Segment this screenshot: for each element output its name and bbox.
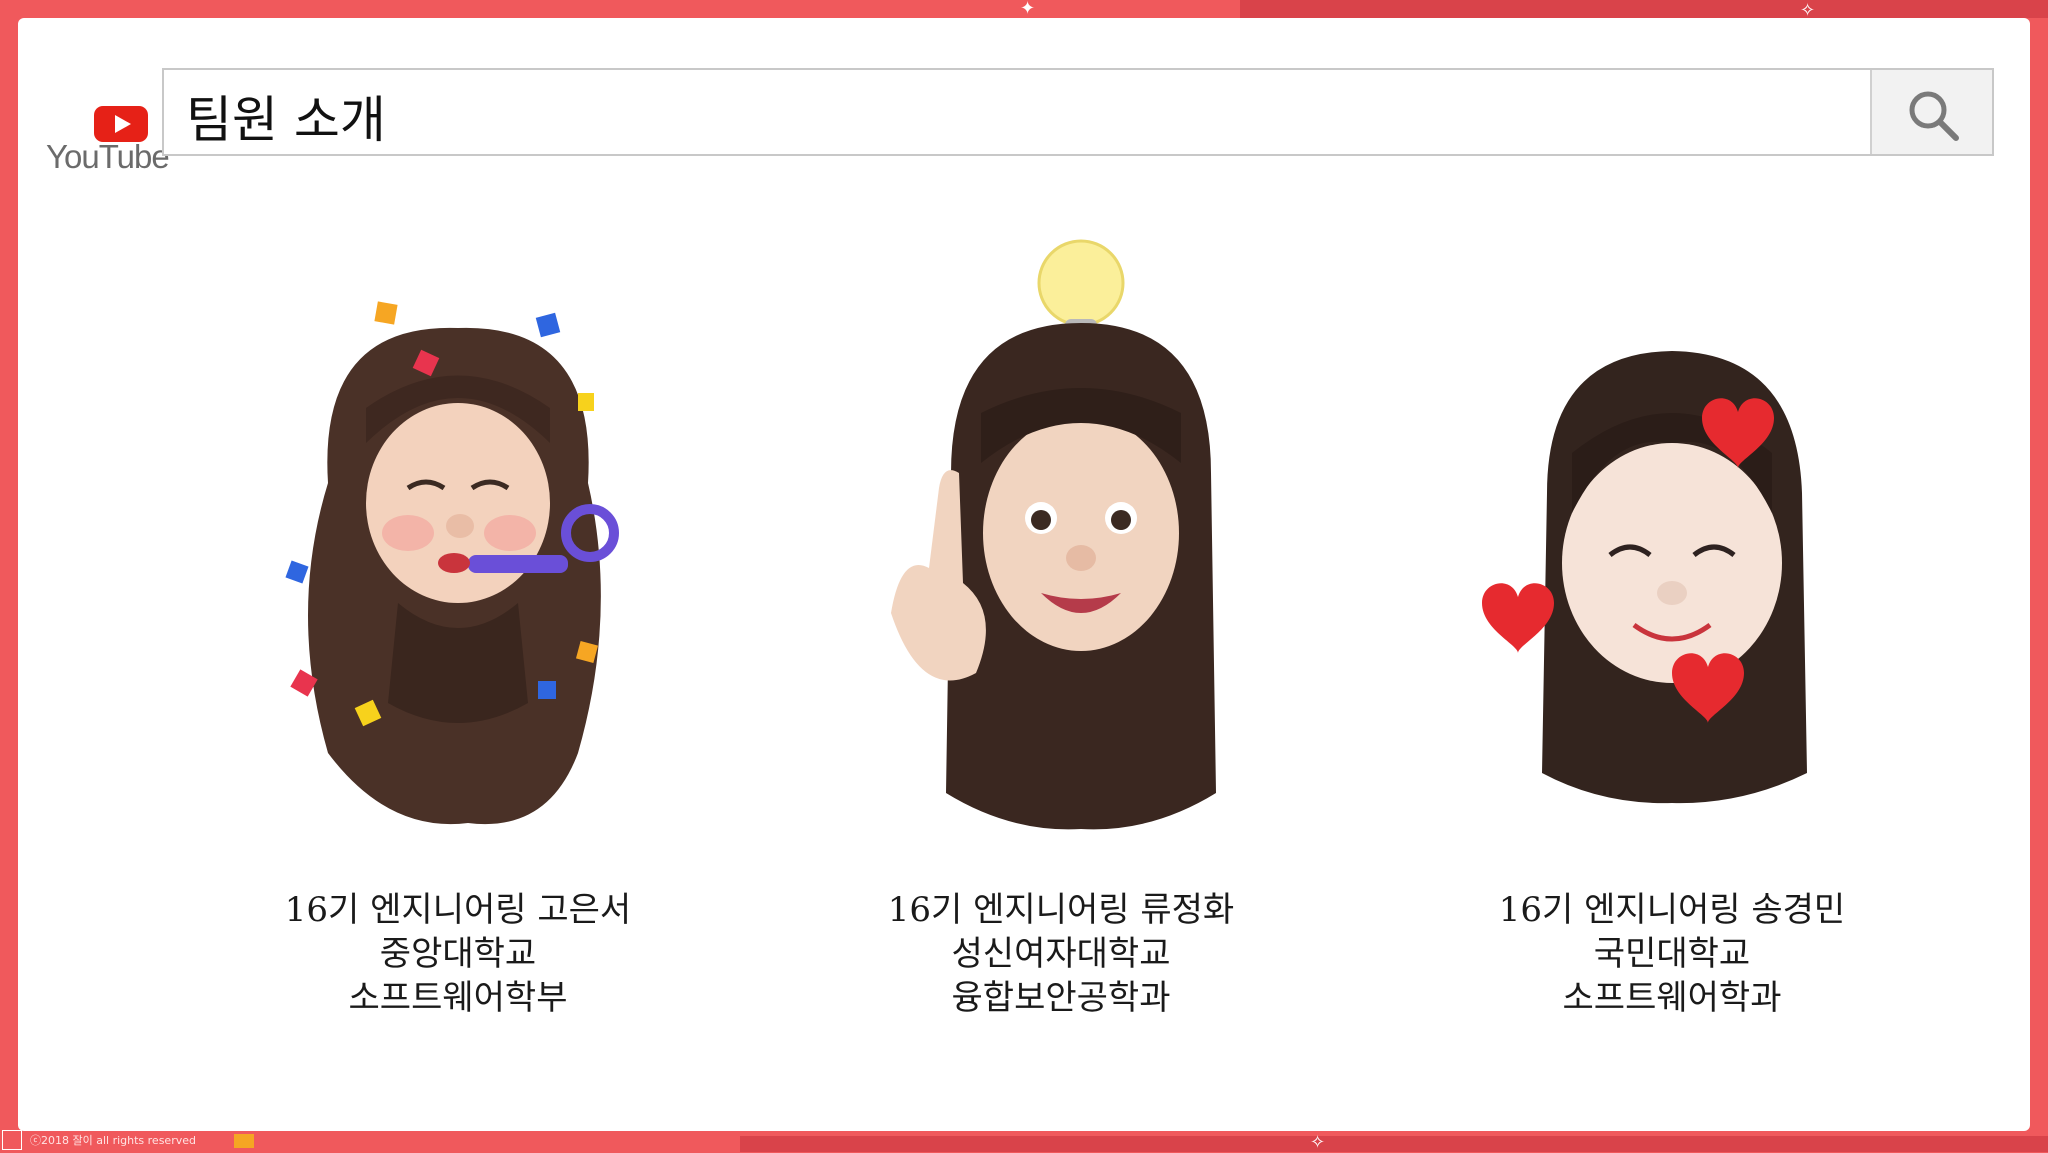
member-name-line: 16기 엔지니어링 송경민 (1498, 890, 1846, 930)
lightbulb-idea-memoji-avatar (891, 239, 1216, 830)
search-icon (1909, 91, 1959, 141)
member-caption: 16기 엔지니어링 송경민 국민대학교 소프트웨어학과 (1412, 888, 1932, 1020)
member-major-line: 융합보안공학과 (951, 978, 1171, 1018)
hearts-smile-memoji-avatar (1482, 351, 1807, 804)
team-member-card-2: 16기 엔지니어링 류정화 성신여자대학교 융합보안공학과 (801, 233, 1321, 1053)
member-caption: 16기 엔지니어링 류정화 성신여자대학교 융합보안공학과 (801, 888, 1321, 1020)
slide-canvas: YouTube 팀원 소개 16기 엔지니어링 고은서 중앙대학교 소프트웨어학… (18, 18, 2030, 1131)
sparkle-decoration: ✦ (1020, 0, 1036, 19)
sparkle-decoration: ✧ (1310, 1132, 1326, 1153)
member-major-line: 소프트웨어학과 (1562, 978, 1782, 1018)
search-query: 팀원 소개 (186, 91, 386, 149)
team-member-card-3: 16기 엔지니어링 송경민 국민대학교 소프트웨어학과 (1412, 233, 1932, 1053)
search-button[interactable] (1870, 70, 1992, 154)
member-caption: 16기 엔지니어링 고은서 중앙대학교 소프트웨어학부 (198, 888, 718, 1020)
member-name-line: 16기 엔지니어링 류정화 (887, 890, 1235, 930)
member-name-line: 16기 엔지니어링 고은서 (284, 890, 632, 930)
youtube-play-icon (94, 106, 148, 142)
youtube-logo[interactable]: YouTube (46, 86, 170, 176)
member-school-line: 국민대학교 (1593, 934, 1751, 974)
party-horn-memoji-avatar (285, 301, 619, 825)
search-bar[interactable]: 팀원 소개 (162, 68, 1994, 156)
member-school-line: 중앙대학교 (379, 934, 537, 974)
frame-accent-stripe-top (1240, 0, 2048, 18)
member-major-line: 소프트웨어학부 (348, 978, 568, 1018)
footer-logo-mark (2, 1130, 22, 1150)
team-member-card-1: 16기 엔지니어링 고은서 중앙대학교 소프트웨어학부 (198, 233, 718, 1053)
footer-copyright: ⓒ2018 잘이 all rights reserved (30, 1134, 196, 1147)
frame-accent-stripe-bottom (740, 1136, 2048, 1152)
member-school-line: 성신여자대학교 (951, 934, 1171, 974)
footer-color-swatch (234, 1134, 254, 1148)
